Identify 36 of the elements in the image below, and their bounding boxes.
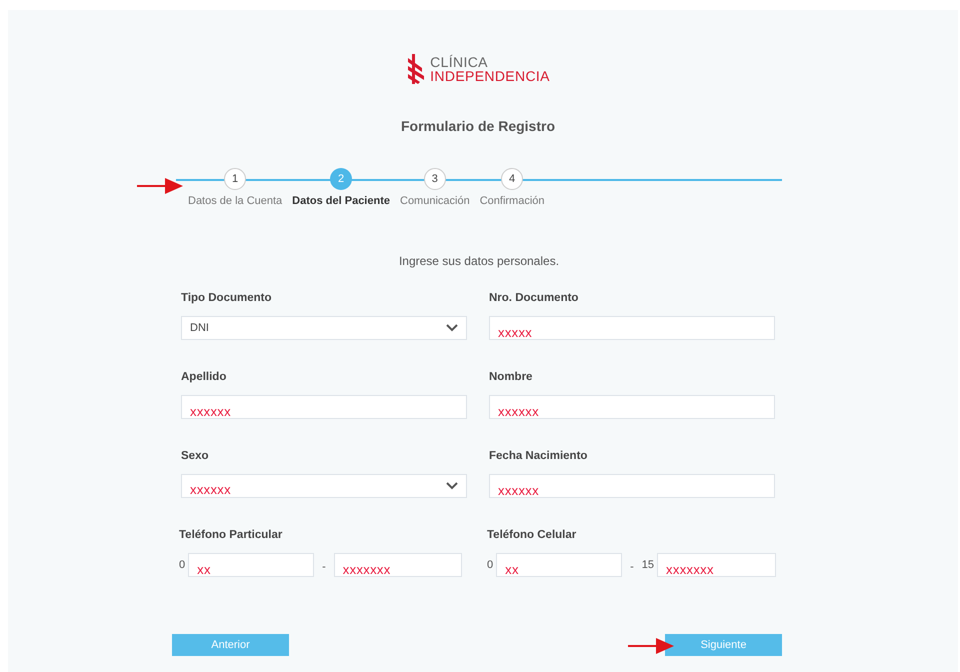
prefix-text: 0 (487, 558, 494, 573)
logo-text: INDEPENDENCIA (430, 69, 550, 83)
logo-text: CLÍNICA (430, 55, 489, 69)
prefix-text: 0 (179, 558, 186, 573)
area-code-field[interactable]: xx (496, 553, 622, 577)
field-label: Teléfono Particular (179, 528, 284, 543)
prefix-text: 15 (642, 558, 654, 573)
input-field[interactable]: xxxxxx (489, 395, 775, 419)
separator-text: - (322, 560, 326, 575)
logo-icon (406, 54, 426, 84)
arrow-annotation-icon (137, 176, 183, 196)
step-label: Datos de la Cuenta (188, 194, 282, 209)
step-label: Confirmación (480, 194, 545, 209)
phone-number-field[interactable]: xxxxxxx (334, 553, 462, 577)
chevron-down-icon (446, 324, 458, 332)
input-field[interactable]: xxxxxx (489, 474, 775, 498)
step-label: Datos del Paciente (292, 194, 390, 209)
field-label: Sexo (181, 449, 210, 464)
field-label: Fecha Nacimiento (489, 449, 588, 464)
field-label: Tipo Documento (181, 291, 273, 306)
arrow-annotation-icon (628, 636, 674, 656)
select-field[interactable]: DNI (181, 316, 467, 340)
select-field[interactable]: xxxxxx (181, 474, 467, 498)
field-label: Teléfono Celular (487, 528, 578, 543)
step-label: Comunicación (400, 194, 470, 209)
field-label: Nombre (489, 370, 534, 385)
field-label: Apellido (181, 370, 228, 385)
input-field[interactable]: xxxxxx (181, 395, 467, 419)
phone-number-field[interactable]: xxxxxxx (657, 553, 776, 577)
intro-text: Ingrese sus datos personales. (398, 253, 560, 270)
separator-text: - (630, 560, 634, 575)
field-label: Nro. Documento (489, 291, 580, 306)
area-code-field[interactable]: xx (188, 553, 314, 577)
input-field[interactable]: xxxxx (489, 316, 775, 340)
chevron-down-icon (446, 482, 458, 490)
form-title: Formulario de Registro (400, 117, 556, 136)
